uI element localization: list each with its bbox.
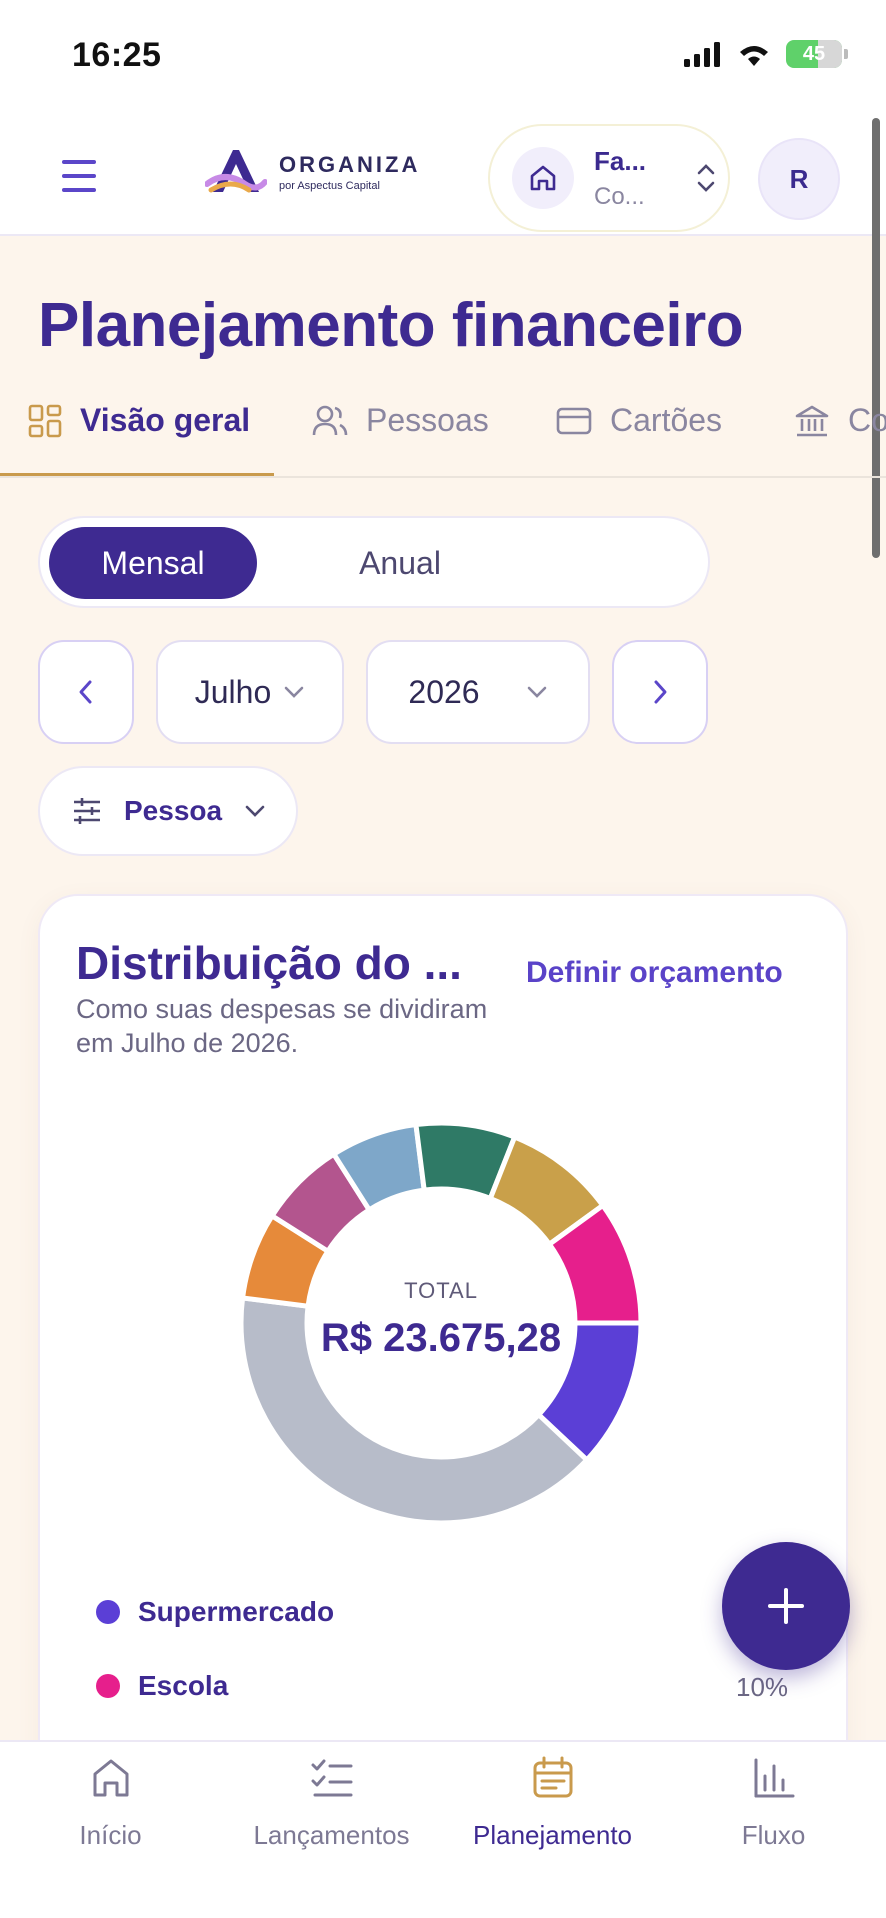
plus-icon [768, 1588, 804, 1624]
legend-percent: 10% [736, 1672, 789, 1702]
tab-bar: Visão geral Pessoas Cartões Co [0, 388, 886, 478]
next-month-button[interactable] [612, 640, 708, 744]
tab-label: Visão geral [80, 402, 251, 438]
tab-active-indicator [0, 473, 274, 476]
hamburger-menu-icon[interactable] [62, 160, 112, 196]
card-subtitle: Como suas despesas se dividiram em Julho… [76, 994, 488, 1058]
chevron-down-icon [245, 805, 265, 817]
wifi-icon [740, 46, 768, 66]
logo[interactable]: ORGANIZA por Aspectus Capital [205, 144, 420, 200]
calendar-icon [533, 1756, 572, 1798]
family-name: Fa... [594, 145, 647, 176]
status-icons: 45 [684, 40, 848, 68]
tab-visao-geral[interactable]: Visão geral [28, 402, 250, 439]
legend-item-supermercado: Supermercado [96, 1596, 334, 1628]
battery-icon: 45 [786, 40, 848, 68]
year-value: 2026 [408, 673, 480, 710]
mensal-toggle[interactable]: Mensal [49, 527, 257, 599]
family-switcher[interactable]: Fa... Co... [488, 124, 730, 232]
status-bar: 16:25 45 [0, 0, 886, 110]
year-select[interactable]: 2026 [366, 640, 590, 744]
chevron-down-icon [527, 686, 546, 698]
bar-chart-icon [754, 1758, 794, 1798]
battery-level: 45 [802, 42, 826, 65]
nav-label: Lançamentos [253, 1820, 410, 1850]
nav-inicio[interactable]: Início [0, 1754, 221, 1851]
anual-toggle[interactable]: Anual [290, 527, 510, 599]
nav-fluxo[interactable]: Fluxo [663, 1754, 884, 1851]
nav-label: Planejamento [473, 1820, 632, 1850]
home-icon [93, 1759, 128, 1797]
legend-dot [96, 1600, 120, 1624]
chevron-right-icon [654, 680, 667, 704]
family-sub: Co... [594, 182, 645, 210]
credit-card-icon [556, 407, 592, 434]
chevron-left-icon [79, 680, 92, 704]
tab-cartoes[interactable]: Cartões [556, 402, 722, 439]
tab-label: Pessoas [366, 402, 489, 438]
card-title: Distribuição do ... [76, 937, 462, 989]
tab-contas[interactable]: Co [794, 402, 886, 439]
filter-label: Pessoa [124, 795, 223, 826]
month-select[interactable]: Julho [156, 640, 344, 744]
tab-pessoas[interactable]: Pessoas [312, 402, 489, 439]
sliders-icon [74, 798, 100, 824]
home-icon [512, 147, 574, 209]
checklist-icon [311, 1759, 352, 1797]
chevron-up-down-icon [697, 164, 715, 192]
signal-icon [684, 42, 720, 67]
organiza-logo-icon [205, 150, 267, 193]
person-filter[interactable]: Pessoa [38, 766, 298, 856]
page-title: Planejamento financeiro [38, 291, 744, 360]
status-time: 16:25 [72, 36, 162, 74]
scrollbar[interactable] [872, 118, 880, 558]
nav-planejamento[interactable]: Planejamento [442, 1754, 663, 1851]
grid-icon [28, 404, 62, 437]
bottom-navigation: Início Lançamentos Planejamento Fluxo [0, 1740, 886, 1918]
logo-tagline: por Aspectus Capital [279, 180, 380, 192]
donut-total-label: TOTAL [404, 1278, 478, 1303]
tab-label: Co [848, 402, 886, 438]
avatar[interactable]: R [758, 138, 840, 220]
tab-label: Cartões [610, 402, 723, 438]
nav-label: Início [79, 1820, 142, 1850]
users-icon [312, 405, 348, 435]
legend-dot [96, 1674, 120, 1698]
chevron-down-icon [284, 686, 304, 698]
logo-name: ORGANIZA [279, 152, 421, 177]
legend-item-escola: Escola [96, 1670, 228, 1702]
define-budget-link[interactable]: Definir orçamento [526, 956, 783, 990]
prev-month-button[interactable] [38, 640, 134, 744]
add-transaction-button[interactable] [722, 1542, 850, 1670]
period-mode-toggle: Mensal Anual [38, 516, 710, 608]
nav-lancamentos[interactable]: Lançamentos [221, 1754, 442, 1851]
month-value: Julho [194, 673, 272, 710]
app-header: ORGANIZA por Aspectus Capital Fa... Co..… [0, 110, 886, 236]
legend-name: Escola [138, 1670, 229, 1701]
donut-total-value: R$ 23.675,28 [320, 1316, 562, 1360]
nav-label: Fluxo [741, 1820, 806, 1850]
bank-icon [795, 405, 829, 436]
legend-name: Supermercado [138, 1596, 335, 1627]
